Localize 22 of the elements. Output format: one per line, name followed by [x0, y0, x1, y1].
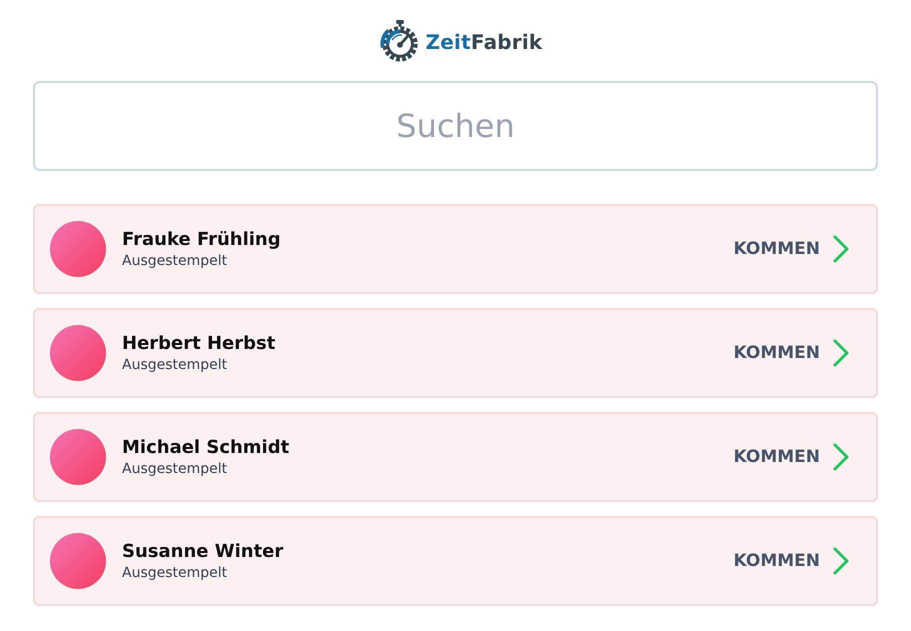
employee-card[interactable]: Frauke Frühling Ausgestempelt KOMMEN	[33, 204, 878, 294]
chevron-right-icon	[832, 547, 850, 575]
employee-name: Frauke Frühling	[122, 229, 282, 250]
chevron-right-icon	[832, 339, 850, 367]
employee-status: Ausgestempelt	[122, 253, 228, 269]
chevron-right-icon	[832, 235, 850, 263]
employee-status: Ausgestempelt	[122, 357, 228, 373]
chevron-right-icon	[832, 443, 850, 471]
clock-in-button[interactable]: KOMMEN	[733, 235, 850, 263]
search-field[interactable]: Suchen	[33, 81, 878, 171]
employee-status: Ausgestempelt	[122, 461, 228, 477]
logo-wordmark: ZeitFabrik	[426, 29, 542, 54]
employee-card[interactable]: Michael Schmidt Ausgestempelt KOMMEN	[33, 412, 878, 502]
clock-in-button[interactable]: KOMMEN	[733, 443, 850, 471]
employee-name: Herbert Herbst	[122, 333, 276, 354]
employee-name: Michael Schmidt	[122, 437, 290, 458]
clock-in-button[interactable]: KOMMEN	[733, 547, 850, 575]
employee-status: Ausgestempelt	[122, 565, 228, 581]
employee-name: Susanne Winter	[122, 541, 284, 562]
employee-card[interactable]: Susanne Winter Ausgestempelt KOMMEN	[33, 516, 878, 606]
employee-card[interactable]: Herbert Herbst Ausgestempelt KOMMEN	[33, 308, 878, 398]
clock-in-button[interactable]: KOMMEN	[733, 339, 850, 367]
